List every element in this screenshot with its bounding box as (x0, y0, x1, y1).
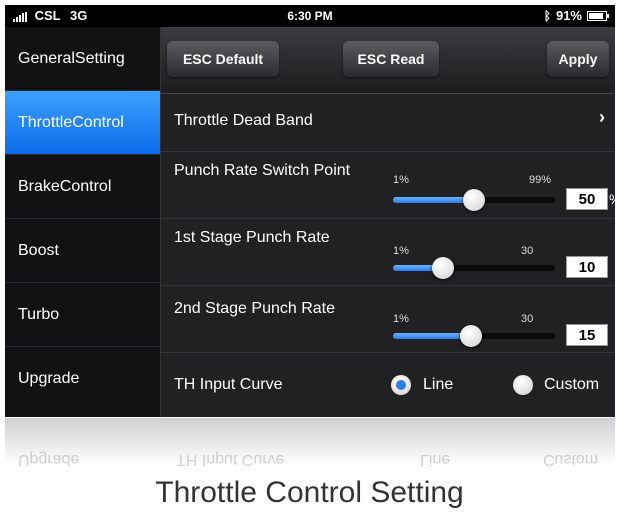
caption: Throttle Control Setting (155, 476, 464, 509)
reflection-content: Upgrade TH Input Curve Line Custom (5, 418, 615, 478)
stage2-value[interactable]: 15 (566, 324, 608, 346)
settings-panel: Throttle Dead Band › Punch Rate Switch P… (161, 94, 615, 417)
dead-band-label: Throttle Dead Band (174, 112, 313, 129)
esc-read-button[interactable]: ESC Read (343, 41, 439, 77)
punch-switch-row: Punch Rate Switch Point 1% 99% 50 % (161, 152, 615, 219)
stage1-slider[interactable] (393, 257, 555, 279)
status-time: 6:30 PM (287, 9, 333, 23)
sidebar-item-boost[interactable]: Boost (5, 219, 160, 283)
sidebar-item-general-setting[interactable]: GeneralSetting (5, 27, 160, 91)
sidebar-item-brake-control[interactable]: BrakeControl (5, 155, 160, 219)
app-window: GeneralSetting ThrottleControl BrakeCont… (5, 27, 615, 417)
slider-fill (393, 197, 474, 203)
punch-switch-slider[interactable] (393, 189, 555, 211)
battery-icon (587, 10, 609, 21)
stage2-row: 2nd Stage Punch Rate 1% 30 15 (161, 286, 615, 353)
stage2-max: 30 (521, 313, 534, 325)
punch-switch-label: Punch Rate Switch Point (174, 162, 351, 179)
slider-thumb[interactable] (432, 257, 455, 279)
punch-switch-unit: % (609, 191, 615, 207)
reflection-line-label: Line (420, 451, 451, 468)
sidebar-item-throttle-control[interactable]: ThrottleControl (5, 91, 160, 155)
status-right: ᛒ 91% (543, 8, 609, 23)
line-option-label[interactable]: Line (423, 376, 453, 394)
line-radio[interactable] (391, 375, 411, 395)
slider-thumb[interactable] (463, 189, 485, 211)
stage1-row: 1st Stage Punch Rate 1% 30 10 (161, 219, 615, 286)
status-bar: CSL 3G 6:30 PM ᛒ 91% (5, 5, 615, 27)
bluetooth-icon: ᛒ (543, 8, 551, 23)
punch-switch-max: 99% (529, 174, 552, 186)
sidebar: GeneralSetting ThrottleControl BrakeCont… (5, 27, 161, 417)
battery-percent: 91% (555, 8, 582, 23)
reflection-side-label: Upgrade (18, 451, 80, 468)
apply-button[interactable]: Apply (547, 41, 609, 77)
custom-radio[interactable] (513, 375, 533, 395)
reflection-row-label: TH Input Curve (176, 451, 285, 468)
slider-thumb[interactable] (459, 325, 482, 347)
curve-label: TH Input Curve (174, 376, 283, 393)
sidebar-item-upgrade[interactable]: Upgrade (5, 347, 160, 411)
punch-switch-min: 1% (393, 174, 409, 186)
stage1-value[interactable]: 10 (566, 256, 608, 278)
punch-switch-value[interactable]: 50 (566, 188, 608, 210)
sidebar-item-turbo[interactable]: Turbo (5, 283, 160, 347)
stage1-label: 1st Stage Punch Rate (174, 229, 330, 246)
custom-option-label[interactable]: Custom (544, 376, 599, 394)
stage2-min: 1% (393, 313, 409, 325)
curve-row: TH Input Curve Line Custom (161, 353, 615, 417)
stage2-label: 2nd Stage Punch Rate (174, 300, 336, 317)
esc-default-button[interactable]: ESC Default (167, 41, 279, 77)
dead-band-row[interactable]: Throttle Dead Band › (161, 94, 615, 152)
stage2-slider[interactable] (393, 325, 555, 347)
screen-reflection: Upgrade TH Input Curve Line Custom (5, 418, 615, 478)
reflection-custom-label: Custom (543, 451, 599, 468)
chevron-right-icon[interactable]: › (599, 107, 605, 128)
stage1-min: 1% (393, 245, 409, 257)
stage1-max: 30 (521, 245, 534, 257)
toolbar: ESC Default ESC Read Apply (161, 27, 615, 94)
